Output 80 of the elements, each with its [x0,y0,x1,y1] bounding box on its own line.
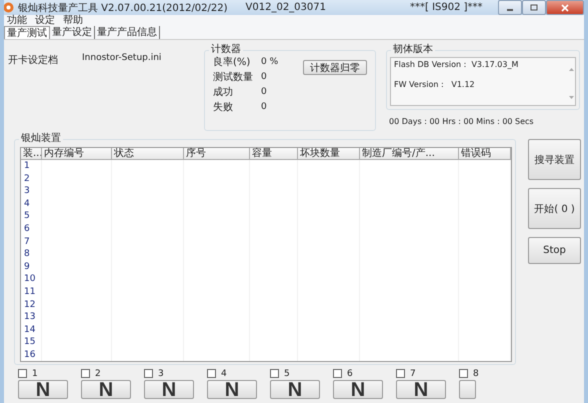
row-number: 14 [21,324,42,336]
column-header[interactable]: 错误码 [459,148,511,159]
action-button[interactable]: 开始( 0 ) [528,188,581,229]
slot-label: 7 [410,368,416,378]
model-label: ***[ IS902 ]*** [410,2,483,13]
counter-label: 失败 [213,100,234,114]
counter-value: 0 [261,102,267,112]
checkbox[interactable] [459,369,468,378]
reset-counter-button[interactable]: 计数器归零 [303,60,367,75]
group-title: 韧体版本 [391,44,435,56]
tab[interactable]: 量产测试 [4,26,50,39]
close-button[interactable] [546,0,584,15]
group-title: 银灿装置 [19,133,63,145]
counter-label: 测试数量 [213,70,254,84]
counter-label: 成功 [213,86,234,99]
column-header[interactable]: 状态 [112,148,184,159]
checkbox[interactable] [207,369,216,378]
counter-value: 0 [261,72,267,82]
slot-label: 8 [473,368,479,378]
maximize-button[interactable] [522,0,546,15]
column-header[interactable]: 装... [21,148,42,159]
row-number: 1 [21,160,42,173]
slot-button[interactable] [459,380,476,399]
slot-label: 6 [347,368,353,378]
firmware-line: FW Version : V1.12 [394,80,476,90]
row-number: 7 [21,236,42,248]
slot-button[interactable]: N [81,380,131,399]
row-number: 2 [21,172,42,186]
maximize-icon [530,4,538,11]
settings-file-label: 开卡设定档 [8,54,58,65]
firmware-line: Flash DB Version : V3.17.03_M [394,60,518,70]
minimize-button[interactable] [498,0,522,15]
close-icon [561,4,569,12]
row-number: 8 [21,248,42,261]
slot-label: 1 [32,368,38,378]
slot-button[interactable]: N [18,380,68,399]
tab[interactable]: 量产产品信息 [95,26,160,39]
counter-value: 0 % [261,57,278,67]
slot-button[interactable]: N [144,380,194,399]
settings-file-value: Innostor-Setup.ini [82,53,162,65]
row-number: 3 [21,185,42,198]
slot-label: 3 [158,368,164,378]
app-icon [4,2,14,13]
checkbox[interactable] [18,369,27,378]
slot-button[interactable]: N [333,380,383,399]
checkbox[interactable] [333,369,342,378]
row-number: 6 [21,222,42,236]
checkbox[interactable] [144,369,153,378]
tab[interactable]: 量产设定 [50,26,95,39]
slot-label: 5 [284,368,290,378]
row-number: 13 [21,311,42,324]
menu-item[interactable]: 帮助 [63,15,83,26]
menu-item[interactable]: 功能 [7,15,27,26]
column-header[interactable]: 内存编号 [42,148,112,159]
slot-button[interactable]: N [207,380,257,399]
checkbox[interactable] [270,369,279,378]
window-title: 银灿科技量产工具 V2.07.00.21(2012/02/22) [18,2,228,14]
checkbox[interactable] [396,369,405,378]
action-button[interactable]: 搜寻装置 [528,139,581,180]
version-label: V012_02_03071 [246,2,326,13]
row-number: 9 [21,260,42,274]
slot-button[interactable]: N [396,380,446,399]
row-number: 11 [21,286,42,299]
slot-button[interactable]: N [270,380,320,399]
slot-label: 4 [221,368,227,378]
counter-label: 良率(%) [213,56,252,69]
counter-value: 0 [261,87,267,97]
menu-item[interactable]: 设定 [35,15,55,26]
action-button[interactable]: Stop [528,237,581,264]
row-number: 4 [21,198,42,210]
row-number: 10 [21,273,42,286]
checkbox[interactable] [81,369,90,378]
row-number: 5 [21,210,42,223]
elapsed-timer: 00 Days : 00 Hrs : 00 Mins : 00 Secs [388,116,535,128]
slot-label: 2 [95,368,101,378]
row-number: 12 [21,298,42,312]
column-header[interactable]: 坏块数量 [298,148,360,159]
row-number: 15 [21,336,42,349]
row-number: 16 [21,348,42,361]
group-title: 计数器 [209,44,243,56]
